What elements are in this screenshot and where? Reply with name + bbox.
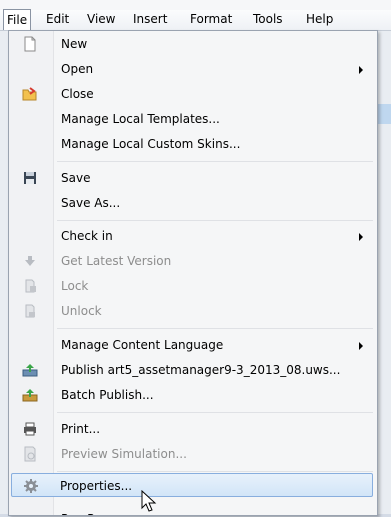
menu-file[interactable]: File <box>3 9 32 30</box>
menu-item-label: Save As... <box>61 196 121 210</box>
menu-item-publish[interactable]: Publish art5_assetmanager9-3_2013_08.uws… <box>11 358 373 382</box>
background-selected-row <box>376 104 391 124</box>
menu-item-label: Publish art5_assetmanager9-3_2013_08.uws… <box>61 363 341 377</box>
menu-item-label: Properties... <box>60 479 133 493</box>
menu-item-save[interactable]: Save <box>11 166 373 190</box>
background-app-left <box>0 31 8 514</box>
menu-item-lock: Lock <box>11 274 373 298</box>
menu-item-label: Unlock <box>61 304 102 318</box>
menu-item-save-as[interactable]: Save As... <box>11 191 373 215</box>
floppy-disk-icon <box>22 170 38 186</box>
file-menu-dropdown: New Open Close Manage Local Templates...… <box>8 30 378 516</box>
menu-item-label: Check in <box>61 229 113 243</box>
menu-edit[interactable]: Edit <box>43 10 72 30</box>
menu-item-label: Save <box>61 171 91 185</box>
download-arrow-icon <box>22 253 38 269</box>
menu-separator <box>57 471 373 472</box>
submenu-arrow-icon <box>359 66 363 74</box>
menu-item-label: Batch Publish... <box>61 388 154 402</box>
menu-item-label: New <box>61 37 88 51</box>
menu-view[interactable]: View <box>84 10 118 30</box>
menu-item-label: Print... <box>61 422 101 436</box>
menu-separator <box>57 161 373 162</box>
batch-publish-icon <box>22 387 38 403</box>
menu-separator <box>57 412 373 413</box>
menu-help[interactable]: Help <box>303 10 336 30</box>
menu-insert[interactable]: Insert <box>130 10 170 30</box>
menu-tools[interactable]: Tools <box>250 10 286 30</box>
menu-format[interactable]: Format <box>187 10 235 30</box>
menu-item-label: Manage Local Custom Skins... <box>61 137 241 151</box>
menu-item-label: Get Latest Version <box>61 254 172 268</box>
title-bar-strip <box>0 0 391 10</box>
menu-item-print[interactable]: Print... <box>11 417 373 441</box>
preview-icon <box>22 446 38 462</box>
menu-item-label: Manage Content Language <box>61 338 224 352</box>
new-document-icon <box>22 36 38 52</box>
menu-item-close[interactable]: Close <box>11 82 373 106</box>
submenu-arrow-icon <box>359 342 363 350</box>
printer-icon <box>22 421 38 437</box>
menu-item-properties[interactable]: Properties... <box>11 473 373 497</box>
publish-icon <box>22 362 38 378</box>
menu-item-unlock: Unlock <box>11 299 373 323</box>
menu-item-preview-simulation: Preview Simulation... <box>11 442 373 466</box>
menu-item-label: Preview Simulation... <box>61 447 187 461</box>
menu-item-label: Manage Local Templates... <box>61 112 220 126</box>
menu-separator <box>57 220 373 221</box>
menu-item-manage-local-templates[interactable]: Manage Local Templates... <box>11 107 373 131</box>
menu-item-batch-publish[interactable]: Batch Publish... <box>11 383 373 407</box>
menu-separator <box>57 328 373 329</box>
folder-close-icon <box>22 86 38 102</box>
menu-item-label: Open <box>61 62 94 76</box>
menu-item-get-latest-version: Get Latest Version <box>11 249 373 273</box>
menu-item-new[interactable]: New <box>11 32 373 56</box>
submenu-arrow-icon <box>359 233 363 241</box>
unlock-icon <box>22 303 38 319</box>
menu-item-open[interactable]: Open <box>11 57 373 81</box>
mouse-pointer-icon <box>140 489 160 514</box>
menu-item-check-in[interactable]: Check in <box>11 224 373 248</box>
lock-icon <box>22 278 38 294</box>
menu-item-label: Lock <box>61 279 89 293</box>
menu-item-manage-content-language[interactable]: Manage Content Language <box>11 333 373 357</box>
gear-icon <box>23 478 39 494</box>
menu-item-manage-local-custom-skins[interactable]: Manage Local Custom Skins... <box>11 132 373 156</box>
menu-item-label: Close <box>61 87 94 101</box>
menu-bar: File Edit View Insert Format Tools Help <box>0 9 391 31</box>
